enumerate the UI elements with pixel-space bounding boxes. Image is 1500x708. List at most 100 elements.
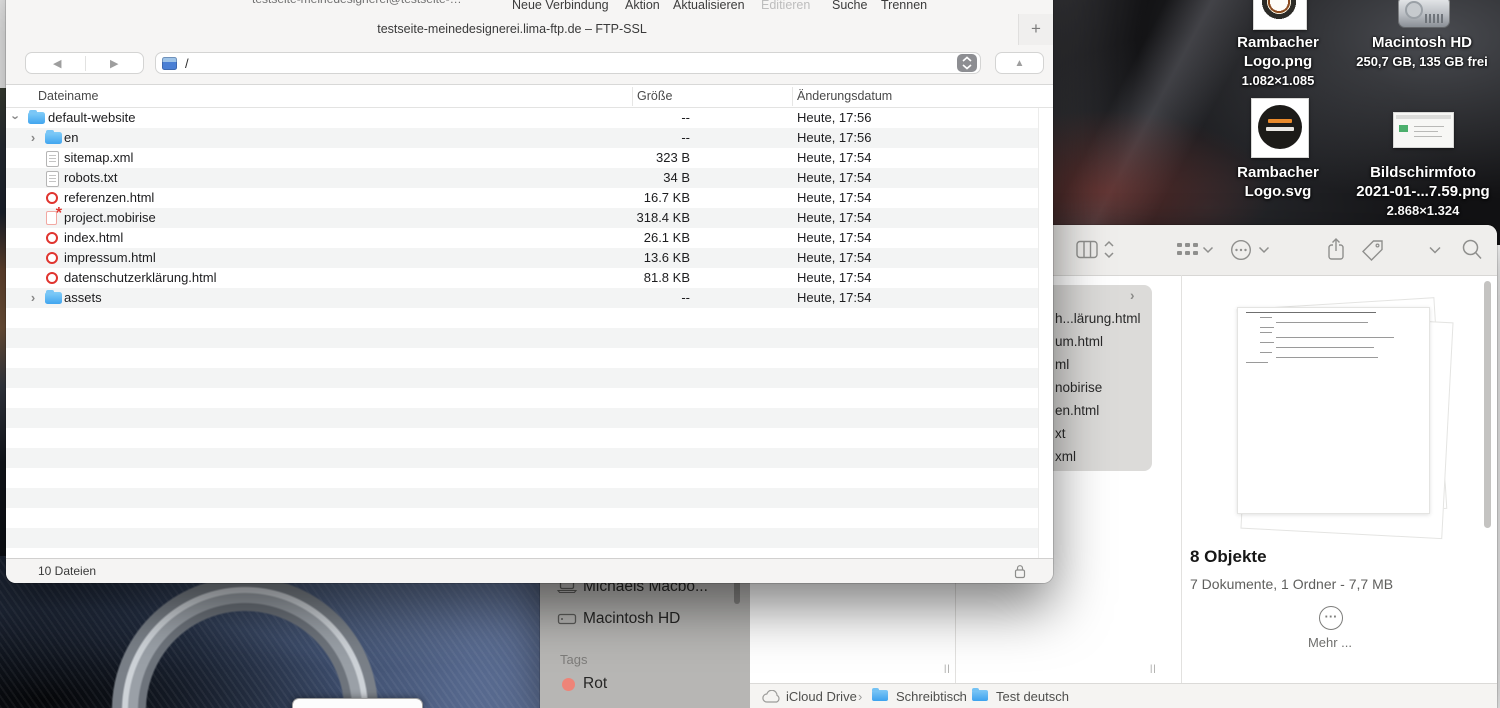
new-tab-button[interactable]: +	[1018, 14, 1053, 45]
document-icon	[46, 151, 59, 167]
more-ellipsis-icon[interactable]	[1230, 239, 1252, 261]
drive-icon	[557, 612, 577, 626]
toolbar-refresh[interactable]: Aktualisieren	[673, 0, 745, 12]
icon-label-line: Macintosh HD	[1342, 33, 1500, 52]
icon-label-size: 250,7 GB, 135 GB frei	[1342, 52, 1500, 71]
background-window-edge	[292, 698, 423, 708]
file-name: index.html	[64, 230, 123, 245]
rambacher-logo-badge	[1259, 0, 1299, 22]
file-date: Heute, 17:54	[797, 290, 871, 305]
html-file-icon	[46, 252, 58, 264]
icon-label-line: Logo.png	[1208, 52, 1348, 71]
column-divider[interactable]	[792, 87, 793, 106]
overflow-chevron-icon[interactable]	[1428, 246, 1442, 255]
file-name: impressum.html	[64, 250, 156, 265]
rambacher-logo-badge-dark	[1258, 105, 1302, 149]
desktop-icon-macintosh-hd-label[interactable]: Macintosh HD 250,7 GB, 135 GB frei	[1342, 33, 1500, 71]
icloud-icon	[762, 690, 782, 703]
mobirise-file-icon	[46, 211, 57, 225]
secure-lock-icon	[1014, 564, 1026, 579]
breadcrumb-schreibtisch[interactable]: Schreibtisch	[896, 689, 967, 704]
tag-icon[interactable]	[1361, 239, 1384, 262]
more-ellipsis-icon[interactable]: ···	[1319, 606, 1343, 630]
file-date: Heute, 17:54	[797, 170, 871, 185]
forward-button[interactable]: ▶	[110, 57, 118, 70]
file-table-header: Dateiname Größe Änderungsdatum	[6, 84, 1053, 108]
table-row[interactable]: › default-website -- Heute, 17:56	[6, 108, 1038, 128]
column-header-modified[interactable]: Änderungsdatum	[797, 89, 892, 103]
up-directory-button[interactable]: ▲	[995, 52, 1044, 74]
toolbar-new-connection[interactable]: Neue Verbindung	[512, 0, 609, 12]
column-header-filename[interactable]: Dateiname	[38, 89, 98, 103]
desktop-icon-rambacher-png-label[interactable]: Rambacher Logo.png 1.082×1.085	[1208, 33, 1348, 90]
file-size: 81.8 KB	[446, 270, 690, 285]
table-row[interactable]: index.html 26.1 KB Heute, 17:54	[6, 228, 1038, 248]
column-header-size[interactable]: Größe	[637, 89, 672, 103]
breadcrumb-test-deutsch[interactable]: Test deutsch	[996, 689, 1069, 704]
disclosure-closed-icon[interactable]: ›	[27, 130, 39, 145]
table-row[interactable]: project.mobirise 318.4 KB Heute, 17:54	[6, 208, 1038, 228]
desktop-icon-macintosh-hd[interactable]	[1398, 0, 1450, 28]
document-icon	[46, 171, 59, 187]
breadcrumb-separator: ›	[858, 689, 862, 704]
list-item-label: xml	[1055, 449, 1076, 464]
list-item-label: xt	[1055, 426, 1066, 441]
disclosure-open-icon[interactable]: ›	[9, 112, 24, 124]
folder-icon	[28, 112, 45, 124]
window-title: testseite-meinedesignerei.lima-ftp.de – …	[6, 22, 1018, 36]
desktop-icon-bildschirmfoto-label[interactable]: Bildschirmfoto 2021-01-...7.59.png 2.868…	[1348, 163, 1498, 220]
desktop-icon-rambacher-svg-label[interactable]: Rambacher Logo.svg	[1208, 163, 1348, 201]
desktop-icon-bildschirmfoto[interactable]	[1393, 112, 1454, 148]
column-resize-handle[interactable]: ||	[944, 663, 951, 673]
screenshot-thumb-green-block	[1399, 125, 1408, 132]
chevron-down-icon[interactable]	[1202, 246, 1214, 254]
file-size: 34 B	[446, 170, 690, 185]
column-divider[interactable]	[632, 87, 633, 106]
sidebar-tag-rot[interactable]: Rot	[583, 675, 607, 693]
search-icon[interactable]	[1461, 238, 1483, 261]
column-separator[interactable]	[1181, 275, 1182, 683]
table-row[interactable]: sitemap.xml 323 B Heute, 17:54	[6, 148, 1038, 168]
disclosure-closed-icon[interactable]: ›	[27, 290, 39, 305]
toolbar-search[interactable]: Suche	[832, 0, 867, 12]
ftp-client-window: testseite-meinedesignerei@testseite-… Ne…	[6, 0, 1053, 583]
chevron-down-icon[interactable]	[1258, 246, 1270, 254]
table-row[interactable]: › assets -- Heute, 17:54	[6, 288, 1038, 308]
desktop-icon-rambacher-png[interactable]	[1253, 0, 1307, 30]
more-link[interactable]: Mehr ...	[1280, 635, 1380, 650]
desktop: Rambacher Logo.png 1.082×1.085 Macintosh…	[0, 0, 1500, 708]
up-arrow-icon: ▲	[1015, 58, 1025, 69]
file-date: Heute, 17:54	[797, 230, 871, 245]
path-field[interactable]: /	[155, 52, 981, 74]
folder-icon	[972, 690, 988, 701]
folder-icon	[45, 292, 62, 304]
sort-updown-icon[interactable]	[1103, 240, 1115, 259]
table-row[interactable]: robots.txt 34 B Heute, 17:54	[6, 168, 1038, 188]
ftp-account-label[interactable]: testseite-meinedesignerei@testseite-…	[252, 0, 532, 6]
list-item-label: en.html	[1055, 403, 1099, 418]
file-date: Heute, 17:54	[797, 190, 871, 205]
table-row[interactable]: impressum.html 13.6 KB Heute, 17:54	[6, 248, 1038, 268]
html-file-icon	[46, 272, 58, 284]
file-date: Heute, 17:56	[797, 110, 871, 125]
toolbar-disconnect[interactable]: Trennen	[881, 0, 927, 12]
group-grid-icon[interactable]	[1176, 241, 1199, 258]
breadcrumb-icloud-drive[interactable]: iCloud Drive	[786, 689, 857, 704]
back-button[interactable]: ◀	[53, 57, 61, 70]
path-stepper[interactable]	[957, 54, 977, 72]
table-row[interactable]: referenzen.html 16.7 KB Heute, 17:54	[6, 188, 1038, 208]
table-row[interactable]: datenschutzerklärung.html 81.8 KB Heute,…	[6, 268, 1038, 288]
preview-scrollbar-thumb[interactable]	[1484, 281, 1491, 528]
table-row[interactable]: › en -- Heute, 17:56	[6, 128, 1038, 148]
list-item-label: um.html	[1055, 334, 1103, 349]
column-resize-handle[interactable]: ||	[1150, 663, 1157, 673]
sidebar-item-macintosh-hd[interactable]: Macintosh HD	[583, 610, 680, 628]
toolbar-action[interactable]: Aktion	[625, 0, 660, 12]
file-count-status: 10 Dateien	[38, 564, 96, 578]
column-view-icon[interactable]	[1076, 240, 1098, 259]
desktop-icon-rambacher-svg[interactable]	[1251, 98, 1309, 158]
file-name: referenzen.html	[64, 190, 154, 205]
share-icon[interactable]	[1326, 237, 1346, 262]
toolbar-edit: Editieren	[761, 0, 810, 12]
badge-orange-text-line	[1268, 119, 1292, 123]
